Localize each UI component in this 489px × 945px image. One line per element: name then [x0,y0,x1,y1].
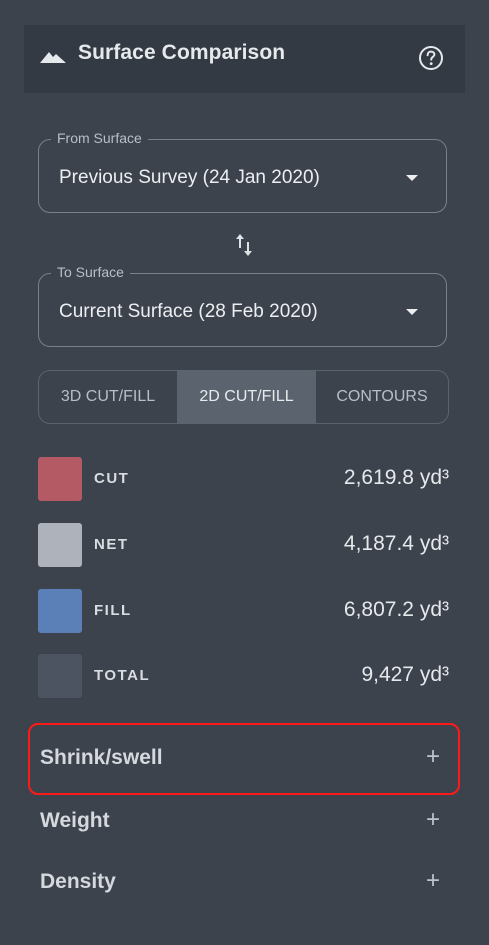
from-surface-value: Previous Survey (24 Jan 2020) [59,167,320,188]
volume-row-total: TOTAL 9,427 yd³ [38,654,449,698]
chevron-down-icon [406,309,418,315]
volume-row-fill: FILL 6,807.2 yd³ [38,589,449,633]
volume-value: 9,427 yd³ [361,663,449,686]
chevron-down-icon [406,175,418,181]
fill-swatch [38,589,82,633]
volume-row-cut: CUT 2,619.8 yd³ [38,457,449,501]
volume-value: 4,187.4 yd³ [343,532,449,555]
from-surface-select[interactable]: From Surface Previous Survey (24 Jan 202… [38,130,447,213]
volume-label: CUT [94,470,130,487]
volume-row-net: NET 4,187.4 yd³ [38,523,449,567]
section-label: Weight [40,809,110,832]
to-surface-select[interactable]: To Surface Current Surface (28 Feb 2020) [38,264,447,347]
panel-title: Surface Comparison [78,41,286,64]
plus-icon[interactable]: + [426,867,440,895]
cut-swatch [38,457,82,501]
to-surface-value: Current Surface (28 Feb 2020) [59,301,318,322]
volume-value: 6,807.2 yd³ [343,598,449,621]
tab-2d-cut-fill[interactable]: 2D CUT/FILL [178,371,316,423]
section-label: Density [40,870,116,893]
volume-value: 2,619.8 yd³ [343,466,449,489]
section-shrink-swell[interactable]: Shrink/swell + [28,723,460,795]
volume-label: TOTAL [94,667,151,684]
plus-icon[interactable]: + [426,806,440,834]
tab-contours[interactable]: CONTOURS [316,371,448,423]
swap-vertical-icon[interactable] [233,232,255,258]
volume-label: NET [94,536,129,553]
view-mode-tabs: 3D CUT/FILL 2D CUT/FILL CONTOURS [38,370,449,424]
section-density[interactable]: Density + [28,847,460,919]
total-swatch [38,654,82,698]
panel-header: Surface Comparison [24,25,465,93]
plus-icon[interactable]: + [426,743,440,771]
tab-3d-cut-fill[interactable]: 3D CUT/FILL [39,371,178,423]
from-surface-label: From Surface [51,130,148,146]
to-surface-label: To Surface [51,264,130,280]
help-circle-icon[interactable] [418,45,444,71]
section-label: Shrink/swell [40,746,163,769]
mountain-icon [40,52,66,63]
net-swatch [38,523,82,567]
volume-label: FILL [94,602,132,619]
